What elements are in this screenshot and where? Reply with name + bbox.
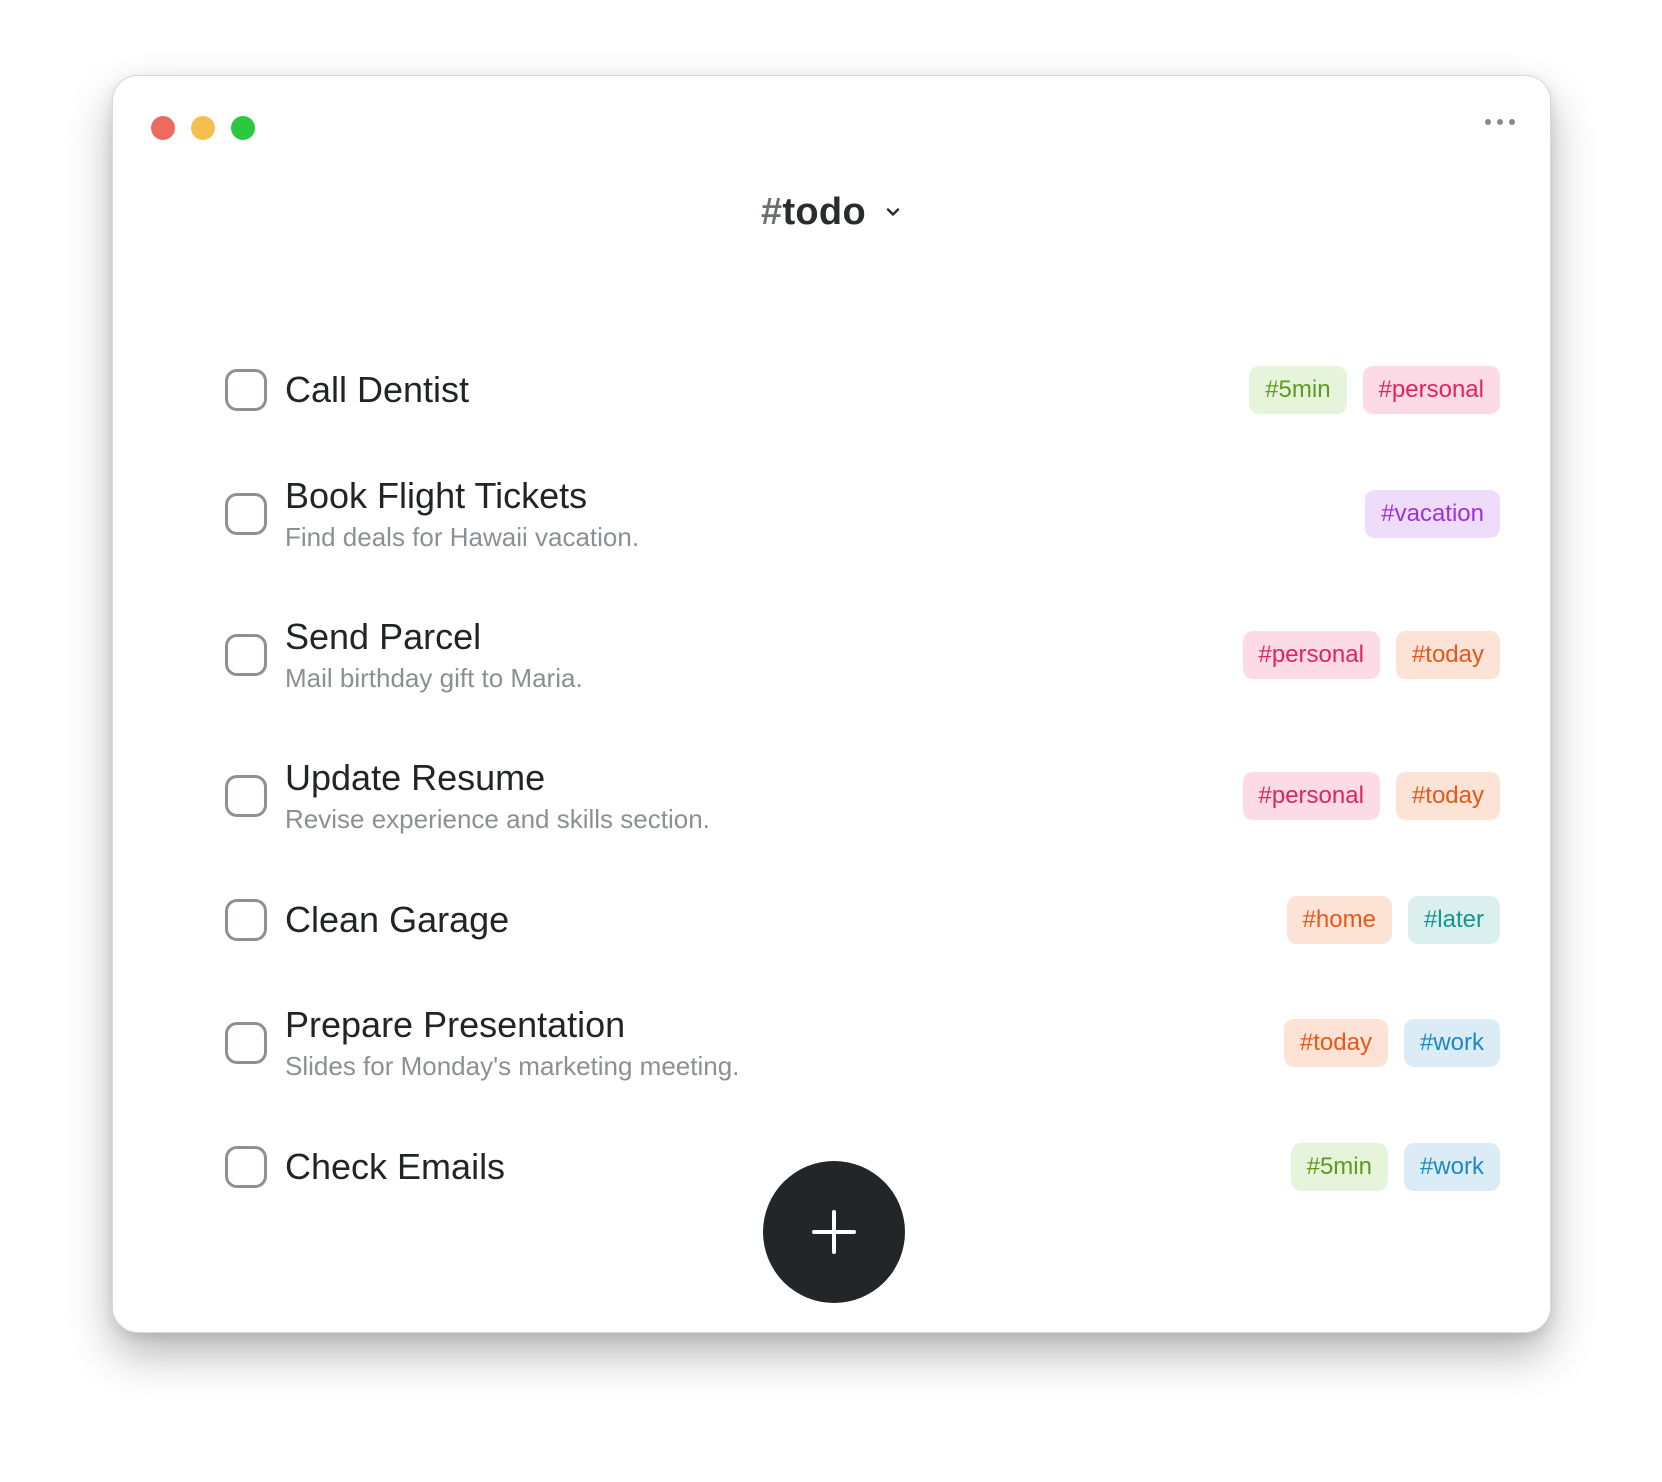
task-tags: #vacation bbox=[1365, 490, 1500, 538]
chevron-down-icon bbox=[886, 208, 900, 216]
zoom-button[interactable] bbox=[231, 116, 255, 140]
page-title: #todo bbox=[761, 191, 866, 234]
task-row[interactable]: Call Dentist #5min #personal bbox=[225, 350, 1500, 430]
tag-5min[interactable]: #5min bbox=[1249, 366, 1347, 414]
tag-personal[interactable]: #personal bbox=[1242, 772, 1380, 820]
add-task-button[interactable] bbox=[763, 1161, 905, 1303]
ellipsis-dot bbox=[1509, 119, 1515, 125]
task-description: Mail birthday gift to Maria. bbox=[285, 663, 583, 693]
task-tags: #5min #personal bbox=[1249, 366, 1500, 414]
task-tags: #today #work bbox=[1283, 1019, 1500, 1067]
task-text: Call Dentist bbox=[285, 368, 1249, 412]
task-checkbox[interactable] bbox=[225, 1146, 267, 1188]
tag-work[interactable]: #work bbox=[1403, 1019, 1500, 1067]
minimize-button[interactable] bbox=[191, 116, 215, 140]
task-title: Send Parcel bbox=[285, 616, 482, 657]
title-text: todo bbox=[782, 190, 866, 233]
task-text: Update Resume Revise experience and skill… bbox=[285, 756, 1243, 836]
task-title: Clean Garage bbox=[285, 899, 510, 940]
task-title: Book Flight Tickets bbox=[285, 475, 588, 516]
task-checkbox[interactable] bbox=[225, 634, 267, 676]
task-tags: #home #later bbox=[1286, 896, 1500, 944]
tag-5min[interactable]: #5min bbox=[1290, 1143, 1388, 1191]
list-selector[interactable]: #todo bbox=[113, 186, 1550, 238]
plus-icon bbox=[812, 1210, 856, 1254]
tag-later[interactable]: #later bbox=[1407, 896, 1500, 944]
task-description: Find deals for Hawaii vacation. bbox=[285, 522, 640, 552]
task-row[interactable]: Prepare Presentation Slides for Monday's … bbox=[225, 1003, 1500, 1083]
task-title: Update Resume bbox=[285, 757, 546, 798]
task-text: Book Flight Tickets Find deals for Hawaii… bbox=[285, 474, 1365, 554]
ellipsis-dot bbox=[1497, 119, 1503, 125]
tag-personal[interactable]: #personal bbox=[1242, 631, 1380, 679]
task-checkbox[interactable] bbox=[225, 1022, 267, 1064]
task-description: Revise experience and skills section. bbox=[285, 804, 710, 834]
window-controls bbox=[151, 116, 255, 140]
close-button[interactable] bbox=[151, 116, 175, 140]
task-tags: #personal #today bbox=[1242, 772, 1500, 820]
task-text: Prepare Presentation Slides for Monday's … bbox=[285, 1003, 1284, 1083]
tag-vacation[interactable]: #vacation bbox=[1365, 490, 1500, 538]
task-checkbox[interactable] bbox=[225, 493, 267, 535]
task-title: Call Dentist bbox=[285, 369, 470, 410]
task-text: Send Parcel Mail birthday gift to Maria. bbox=[285, 615, 1243, 695]
task-title: Prepare Presentation bbox=[285, 1004, 626, 1045]
tag-today[interactable]: #today bbox=[1395, 772, 1500, 820]
tag-work[interactable]: #work bbox=[1403, 1143, 1500, 1191]
ellipsis-icon[interactable] bbox=[1485, 112, 1515, 132]
app-window: #todo Call Dentist #5min #personal Book Fli… bbox=[112, 75, 1551, 1333]
task-checkbox[interactable] bbox=[225, 899, 267, 941]
task-text: Clean Garage bbox=[285, 898, 1287, 942]
ellipsis-dot bbox=[1485, 119, 1491, 125]
task-tags: #5min #work bbox=[1290, 1143, 1500, 1191]
task-checkbox[interactable] bbox=[225, 775, 267, 817]
tag-personal[interactable]: #personal bbox=[1362, 366, 1500, 414]
task-row[interactable]: Update Resume Revise experience and skill… bbox=[225, 756, 1500, 836]
task-row[interactable]: Send Parcel Mail birthday gift to Maria. #… bbox=[225, 615, 1500, 695]
title-hash: # bbox=[761, 190, 783, 233]
tag-today[interactable]: #today bbox=[1395, 631, 1500, 679]
tag-home[interactable]: #home bbox=[1286, 896, 1392, 944]
task-row[interactable]: Book Flight Tickets Find deals for Hawaii… bbox=[225, 474, 1500, 554]
task-checkbox[interactable] bbox=[225, 369, 267, 411]
task-description: Slides for Monday's marketing meeting. bbox=[285, 1051, 740, 1081]
task-row[interactable]: Clean Garage #home #later bbox=[225, 880, 1500, 960]
task-tags: #personal #today bbox=[1242, 631, 1500, 679]
tag-today[interactable]: #today bbox=[1283, 1019, 1388, 1067]
